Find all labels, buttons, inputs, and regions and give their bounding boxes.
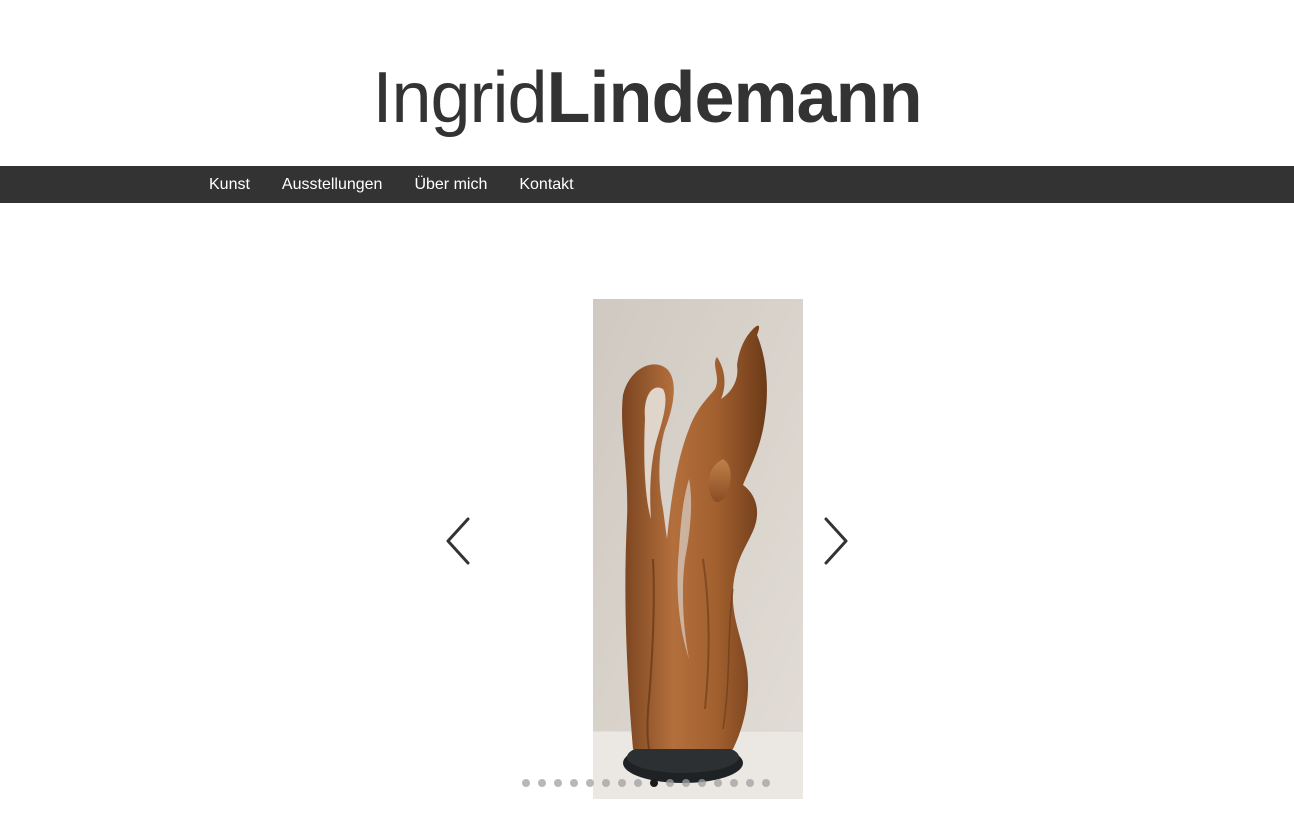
pagination-dot[interactable] [730, 779, 738, 787]
nav-item-kunst[interactable]: Kunst [193, 166, 266, 203]
wood-sculpture-photo [593, 299, 803, 799]
pagination-dot[interactable] [634, 779, 642, 787]
pagination-dot[interactable] [714, 779, 722, 787]
site-logo[interactable]: IngridLindemann [0, 54, 1294, 142]
pagination-dot[interactable] [522, 779, 530, 787]
pagination-dot-active[interactable] [650, 779, 658, 787]
pagination-dot[interactable] [602, 779, 610, 787]
pagination-dot[interactable] [746, 779, 754, 787]
pagination-dot[interactable] [538, 779, 546, 787]
chevron-left-icon[interactable] [444, 517, 472, 565]
nav-item-ueber-mich[interactable]: Über mich [398, 166, 503, 203]
nav-list: Kunst Ausstellungen Über mich Kontakt [193, 166, 590, 203]
pagination-dot[interactable] [586, 779, 594, 787]
logo-last-name: Lindemann [546, 58, 923, 138]
slider-pagination [522, 779, 770, 787]
site-header: IngridLindemann [0, 0, 1294, 166]
pagination-dot[interactable] [682, 779, 690, 787]
main-navigation: Kunst Ausstellungen Über mich Kontakt [0, 166, 1294, 203]
image-slider [0, 203, 1294, 814]
slide-image [593, 299, 803, 799]
logo-first-name: Ingrid [372, 58, 547, 138]
pagination-dot[interactable] [618, 779, 626, 787]
nav-item-ausstellungen[interactable]: Ausstellungen [266, 166, 399, 203]
chevron-right-icon[interactable] [822, 517, 850, 565]
pagination-dot[interactable] [570, 779, 578, 787]
pagination-dot[interactable] [554, 779, 562, 787]
pagination-dot[interactable] [762, 779, 770, 787]
pagination-dot[interactable] [666, 779, 674, 787]
pagination-dot[interactable] [698, 779, 706, 787]
nav-item-kontakt[interactable]: Kontakt [503, 166, 589, 203]
